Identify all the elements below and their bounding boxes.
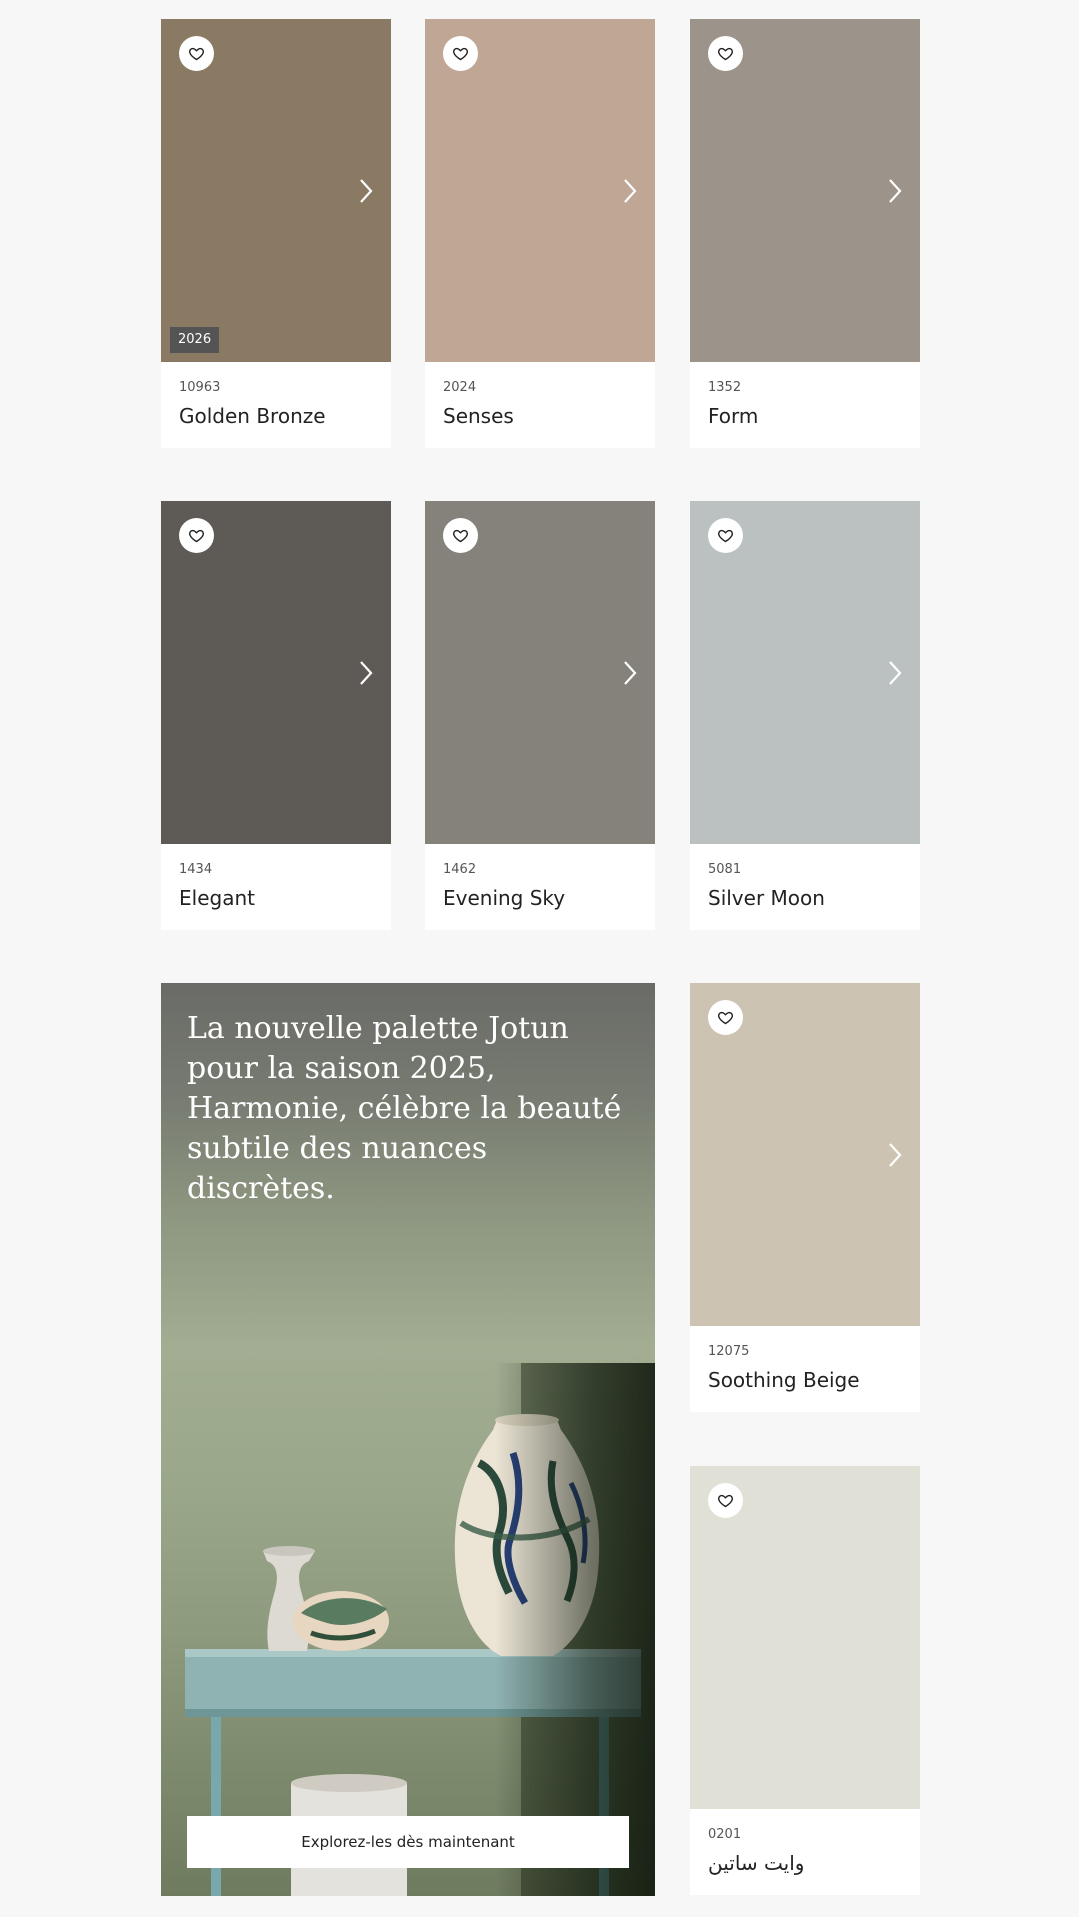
favorite-button[interactable] xyxy=(708,518,743,553)
chevron-right-icon xyxy=(889,1142,902,1167)
favorite-button[interactable] xyxy=(708,1483,743,1518)
color-card[interactable]: 2024 Senses xyxy=(425,19,655,448)
color-name[interactable]: Form xyxy=(708,404,902,428)
year-badge: 2026 xyxy=(170,327,220,353)
heart-outline-icon xyxy=(717,1494,734,1508)
card-info: 12075 Soothing Beige xyxy=(690,1326,920,1412)
color-name[interactable]: Soothing Beige xyxy=(708,1368,902,1392)
next-button[interactable] xyxy=(884,1140,906,1170)
explore-button[interactable]: Explorez-les dès maintenant xyxy=(187,1816,629,1868)
color-card[interactable]: 1462 Evening Sky xyxy=(425,501,655,930)
color-code: 1434 xyxy=(179,862,213,877)
color-card[interactable]: 5081 Silver Moon xyxy=(690,501,920,930)
color-name[interactable]: Evening Sky xyxy=(443,886,637,910)
next-button[interactable] xyxy=(884,658,906,688)
card-info: 1352 Form xyxy=(690,362,920,448)
promo-banner: La nouvelle palette Jotun pour la saison… xyxy=(161,983,655,1896)
favorite-button[interactable] xyxy=(179,518,214,553)
heart-outline-icon xyxy=(452,529,469,543)
promo-headline: La nouvelle palette Jotun pour la saison… xyxy=(187,1011,622,1206)
color-swatch[interactable] xyxy=(161,501,391,844)
chevron-right-icon xyxy=(360,178,373,203)
card-info: 0201 وايت ساتين xyxy=(690,1809,920,1895)
favorite-button[interactable] xyxy=(443,518,478,553)
color-name[interactable]: Elegant xyxy=(179,886,373,910)
color-swatch[interactable] xyxy=(690,501,920,844)
chevron-right-icon xyxy=(889,178,902,203)
next-button[interactable] xyxy=(355,176,377,206)
chevron-right-icon xyxy=(889,660,902,685)
chevron-right-icon xyxy=(360,660,373,685)
color-name[interactable]: وايت ساتين xyxy=(708,1851,902,1875)
color-name[interactable]: Silver Moon xyxy=(708,886,902,910)
heart-outline-icon xyxy=(717,529,734,543)
next-button[interactable] xyxy=(355,658,377,688)
favorite-button[interactable] xyxy=(443,36,478,71)
color-code: 2024 xyxy=(443,380,477,395)
color-code: 1352 xyxy=(708,380,742,395)
color-swatch[interactable]: 2026 xyxy=(161,19,391,362)
next-button[interactable] xyxy=(884,176,906,206)
card-info: 5081 Silver Moon xyxy=(690,844,920,930)
favorite-button[interactable] xyxy=(179,36,214,71)
heart-outline-icon xyxy=(188,529,205,543)
heart-outline-icon xyxy=(188,47,205,61)
next-button[interactable] xyxy=(619,658,641,688)
heart-outline-icon xyxy=(717,1011,734,1025)
color-swatch[interactable] xyxy=(425,501,655,844)
card-info: 1462 Evening Sky xyxy=(425,844,655,930)
color-swatch[interactable] xyxy=(690,1466,920,1809)
color-name[interactable]: Senses xyxy=(443,404,637,428)
color-swatch[interactable] xyxy=(690,19,920,362)
color-card[interactable]: 0201 وايت ساتين xyxy=(690,1466,920,1895)
heart-outline-icon xyxy=(717,47,734,61)
color-card[interactable]: 1352 Form xyxy=(690,19,920,448)
card-info: 2024 Senses xyxy=(425,362,655,448)
color-card[interactable]: 1434 Elegant xyxy=(161,501,391,930)
favorite-button[interactable] xyxy=(708,36,743,71)
color-code: 12075 xyxy=(708,1344,750,1359)
heart-outline-icon xyxy=(452,47,469,61)
color-code: 0201 xyxy=(708,1827,742,1842)
color-card[interactable]: 2026 10963 Golden Bronze xyxy=(161,19,391,448)
color-code: 5081 xyxy=(708,862,742,877)
color-swatch[interactable] xyxy=(690,983,920,1326)
color-card[interactable]: 12075 Soothing Beige xyxy=(690,983,920,1412)
color-name[interactable]: Golden Bronze xyxy=(179,404,373,428)
chevron-right-icon xyxy=(624,660,637,685)
chevron-right-icon xyxy=(624,178,637,203)
color-swatch[interactable] xyxy=(425,19,655,362)
card-info: 1434 Elegant xyxy=(161,844,391,930)
next-button[interactable] xyxy=(619,176,641,206)
color-code: 10963 xyxy=(179,380,221,395)
color-code: 1462 xyxy=(443,862,477,877)
card-info: 10963 Golden Bronze xyxy=(161,362,391,448)
favorite-button[interactable] xyxy=(708,1000,743,1035)
